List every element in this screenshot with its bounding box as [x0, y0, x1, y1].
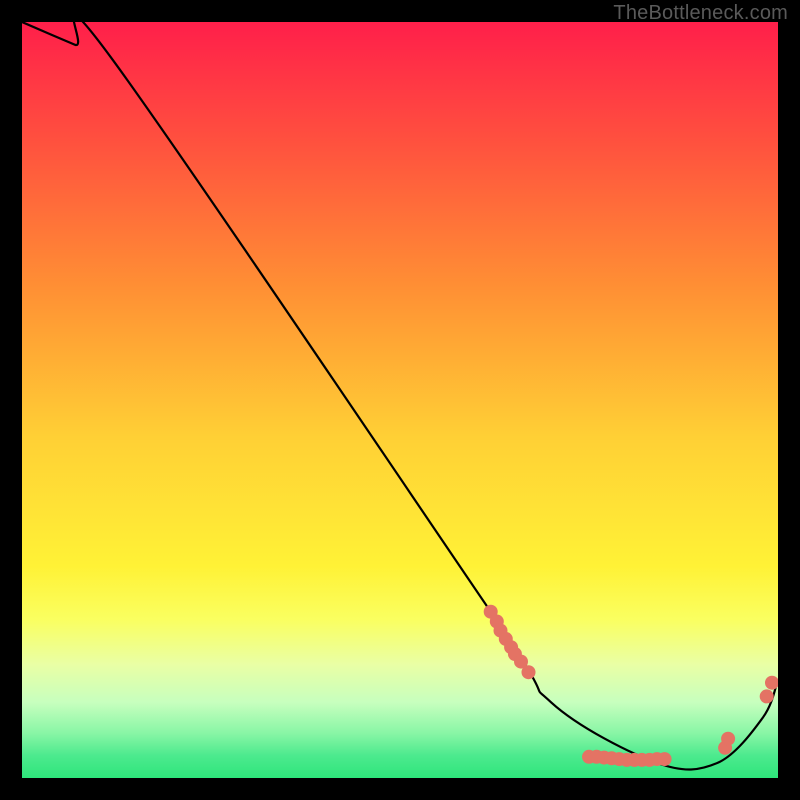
chart-container: TheBottleneck.com — [0, 0, 800, 800]
data-point — [721, 732, 735, 746]
chart-svg — [22, 22, 778, 778]
watermark-text: TheBottleneck.com — [613, 2, 788, 25]
data-point — [522, 665, 536, 679]
plot-area — [22, 22, 778, 778]
data-point — [658, 752, 672, 766]
data-point — [760, 689, 774, 703]
heatmap-background — [22, 22, 778, 778]
